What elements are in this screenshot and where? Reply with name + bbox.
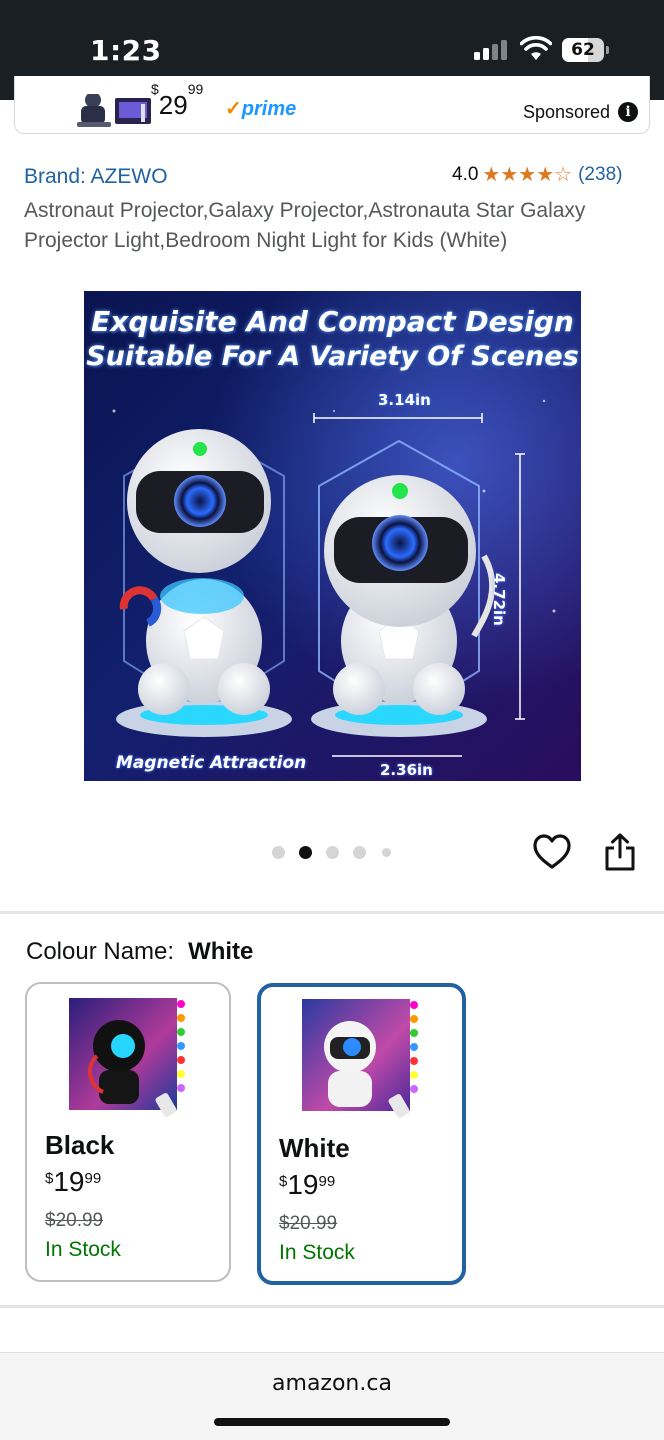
url-bar[interactable]: amazon.ca bbox=[0, 1371, 664, 1396]
sponsored-ad-banner[interactable]: $2999 ✓prime Sponsored i bbox=[14, 76, 650, 134]
product-image[interactable]: Exquisite And Compact Design Suitable Fo… bbox=[84, 291, 581, 781]
battery-icon: 62 bbox=[562, 38, 610, 62]
variant-list-price: $20.99 bbox=[45, 1210, 104, 1231]
rating-value: 4.0 bbox=[452, 164, 479, 185]
section-divider bbox=[0, 911, 664, 914]
star-empty-icon: ☆ bbox=[554, 164, 573, 186]
black-variant-thumbnail bbox=[69, 998, 185, 1117]
base-dimension-label: 2.36in bbox=[380, 761, 433, 779]
magnetic-attraction-label: Magnetic Attraction bbox=[116, 753, 307, 773]
ad-product-thumbnail bbox=[77, 94, 151, 127]
variant-price: $19 99 bbox=[45, 1166, 102, 1197]
image-headline: Exquisite And Compact Design bbox=[91, 305, 574, 338]
share-icon[interactable] bbox=[603, 832, 637, 872]
info-icon[interactable]: i bbox=[618, 102, 638, 122]
carousel-dot[interactable] bbox=[326, 846, 339, 859]
battery-percent: 62 bbox=[571, 40, 595, 60]
colour-option-white[interactable]: White $19 99 $20.99 In Stock bbox=[257, 983, 466, 1285]
ad-price: $2999 bbox=[151, 81, 204, 120]
star-icon: ★ bbox=[536, 164, 555, 186]
section-divider bbox=[0, 1305, 664, 1308]
colour-name-label: Colour Name: White bbox=[26, 938, 254, 965]
variant-stock-status: In Stock bbox=[45, 1238, 121, 1261]
carousel-dot[interactable] bbox=[272, 846, 285, 859]
status-time: 1:23 bbox=[90, 34, 162, 67]
carousel-dot[interactable] bbox=[353, 846, 366, 859]
colour-option-black[interactable]: Black $19 99 $20.99 In Stock bbox=[25, 982, 231, 1282]
heart-icon[interactable] bbox=[533, 833, 571, 873]
white-variant-thumbnail bbox=[302, 999, 418, 1118]
selected-colour: White bbox=[188, 938, 254, 965]
star-icon: ★ bbox=[482, 164, 501, 186]
cellular-signal-icon bbox=[474, 40, 508, 60]
product-title: Astronaut Projector,Galaxy Projector,Ast… bbox=[24, 199, 586, 252]
browser-bottom-bar: amazon.ca bbox=[0, 1352, 664, 1440]
carousel-dot[interactable] bbox=[382, 848, 391, 857]
rating-summary[interactable]: 4.0 ★ ★ ★ ★ ☆ (238) bbox=[452, 164, 622, 186]
star-icon: ★ bbox=[518, 164, 537, 186]
height-dimension-label: 4.72in bbox=[490, 573, 508, 626]
carousel-dot-active[interactable] bbox=[299, 846, 312, 859]
width-dimension-label: 3.14in bbox=[378, 391, 431, 409]
image-subheadline: Suitable For A Variety Of Scenes bbox=[86, 341, 579, 372]
variant-price: $19 99 bbox=[279, 1169, 336, 1200]
sponsored-label: Sponsored bbox=[523, 102, 611, 122]
variant-stock-status: In Stock bbox=[279, 1241, 355, 1264]
variant-name: Black bbox=[45, 1130, 115, 1160]
star-rating: ★ ★ ★ ★ ☆ bbox=[482, 165, 572, 185]
star-icon: ★ bbox=[500, 164, 519, 186]
home-indicator[interactable] bbox=[214, 1418, 450, 1426]
image-carousel-dots[interactable] bbox=[270, 844, 400, 860]
wifi-icon bbox=[520, 36, 552, 60]
prime-badge: ✓prime bbox=[225, 98, 297, 120]
variant-list-price: $20.99 bbox=[279, 1213, 338, 1234]
variant-name: White bbox=[279, 1133, 350, 1163]
brand-link[interactable]: Brand: AZEWO bbox=[24, 165, 168, 189]
rating-count: (238) bbox=[578, 164, 623, 185]
